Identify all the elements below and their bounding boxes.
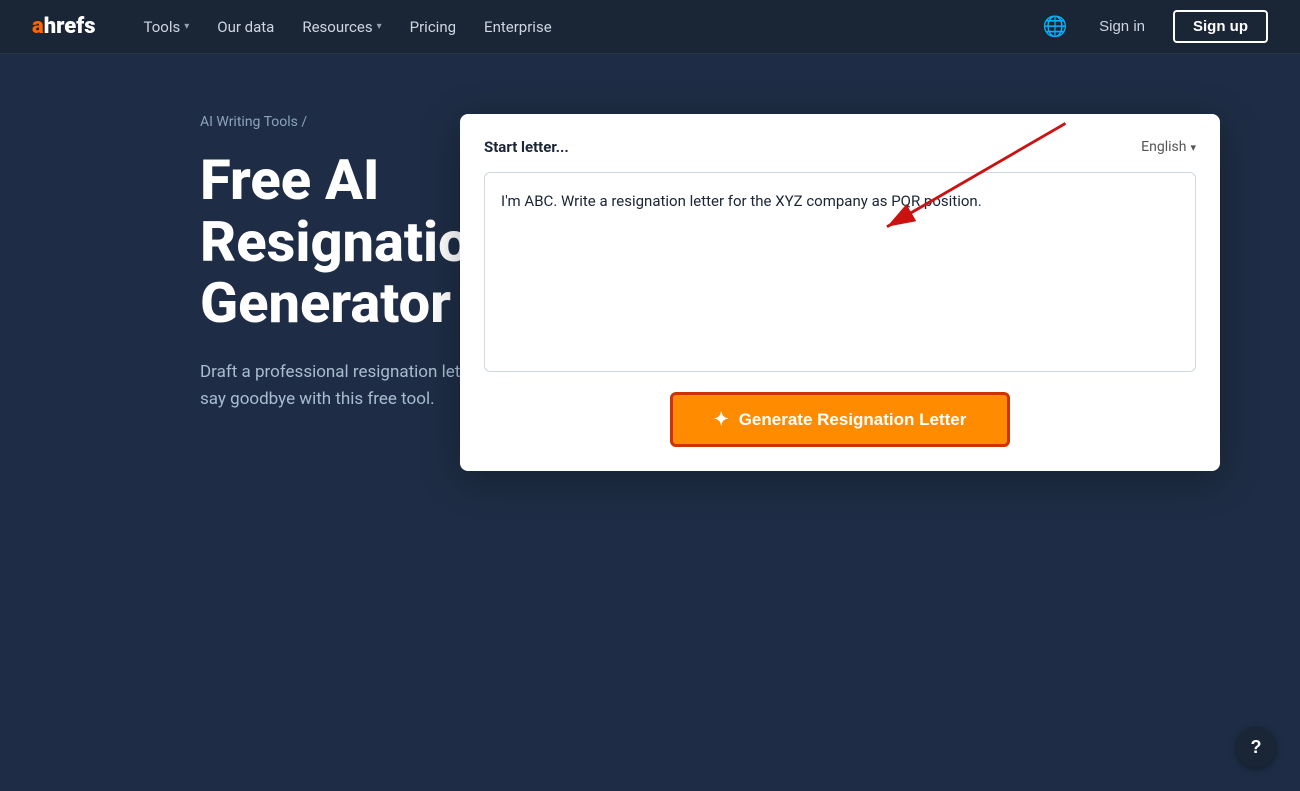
generate-button[interactable]: ✦ Generate Resignation Letter xyxy=(670,392,1010,447)
card-header: Start letter... English ▾ xyxy=(484,138,1196,156)
nav-item-resources[interactable]: Resources ▾ xyxy=(290,12,393,42)
signin-button[interactable]: Sign in xyxy=(1087,12,1157,41)
help-button[interactable]: ? xyxy=(1236,727,1276,767)
logo-hrefs: hrefs xyxy=(44,14,96,39)
main-content: AI Writing Tools / Free AI Resignation L… xyxy=(0,54,1300,453)
breadcrumb-separator: / xyxy=(301,114,307,130)
sparkle-icon: ✦ xyxy=(714,409,729,430)
nav-item-ourdata[interactable]: Our data xyxy=(205,12,286,42)
breadcrumb-parent[interactable]: AI Writing Tools xyxy=(200,114,298,130)
generate-button-label: Generate Resignation Letter xyxy=(739,410,967,430)
nav-item-enterprise[interactable]: Enterprise xyxy=(472,12,564,42)
letter-textarea[interactable] xyxy=(484,172,1196,372)
card-label: Start letter... xyxy=(484,138,569,156)
nav-item-tools[interactable]: Tools ▾ xyxy=(132,12,202,42)
tool-card: Start letter... English ▾ ✦ Generate Res… xyxy=(460,114,1220,471)
card-footer: ✦ Generate Resignation Letter xyxy=(484,392,1196,447)
chevron-down-icon-lang: ▾ xyxy=(1190,141,1196,154)
chevron-down-icon-2: ▾ xyxy=(377,21,382,32)
nav-links: Tools ▾ Our data Resources ▾ Pricing Ent… xyxy=(132,12,1040,42)
language-label: English xyxy=(1141,139,1186,155)
globe-button[interactable]: 🌐 xyxy=(1039,11,1071,43)
nav-right: 🌐 Sign in Sign up xyxy=(1039,10,1268,43)
chevron-down-icon: ▾ xyxy=(184,21,189,32)
navbar: a hrefs Tools ▾ Our data Resources ▾ Pri… xyxy=(0,0,1300,54)
logo[interactable]: a hrefs xyxy=(32,14,96,39)
nav-item-pricing[interactable]: Pricing xyxy=(398,12,468,42)
globe-icon: 🌐 xyxy=(1043,14,1068,39)
signup-button[interactable]: Sign up xyxy=(1173,10,1268,43)
logo-a: a xyxy=(32,14,44,39)
language-select[interactable]: English ▾ xyxy=(1141,139,1196,155)
